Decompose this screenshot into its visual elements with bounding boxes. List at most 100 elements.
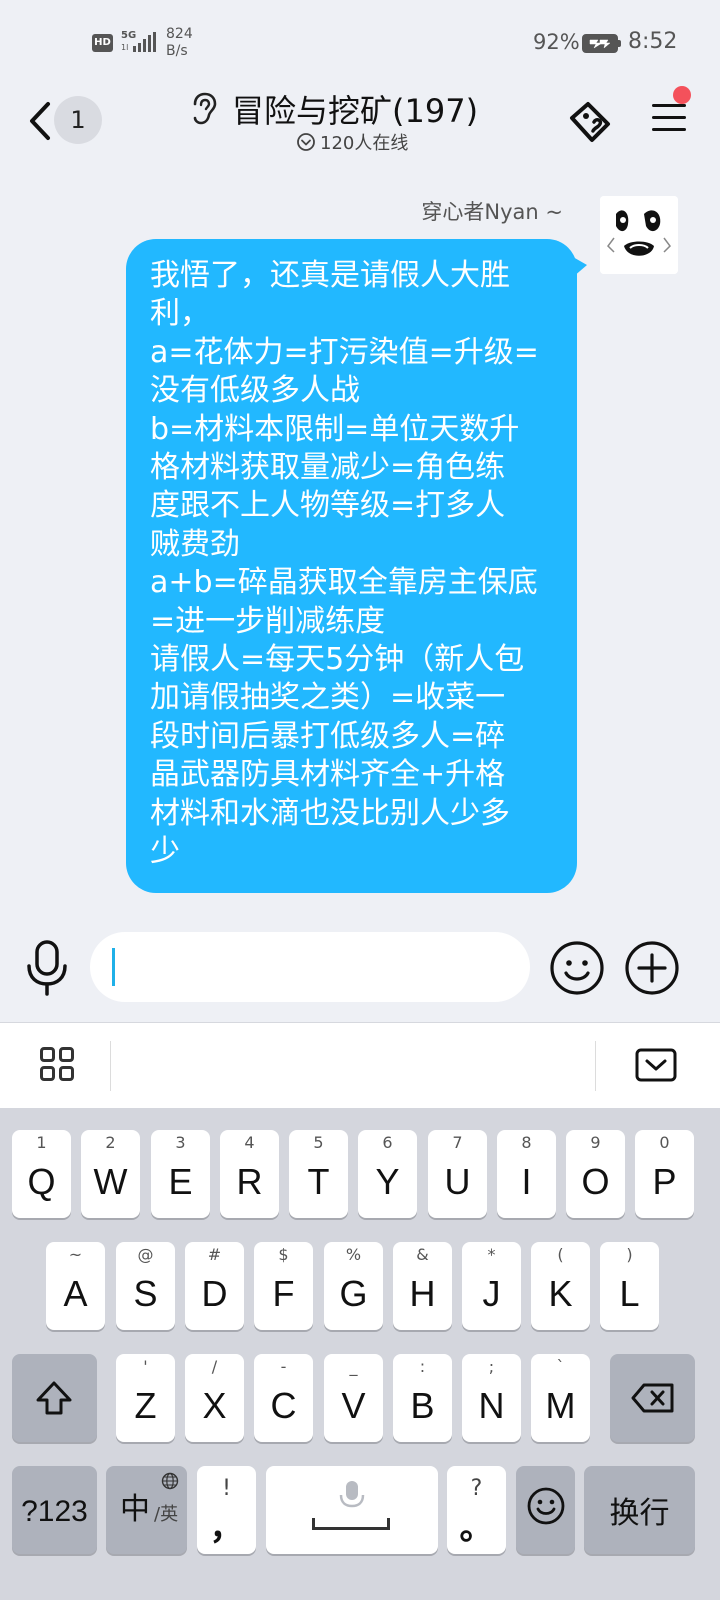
key-d[interactable]: # D xyxy=(185,1242,244,1330)
key-letter: D xyxy=(201,1273,228,1314)
key-m[interactable]: ` M xyxy=(531,1354,590,1442)
key-hint: % xyxy=(345,1245,362,1264)
key-letter: X xyxy=(202,1385,227,1426)
key-letter: Q xyxy=(27,1161,56,1202)
key-hint: ` xyxy=(556,1357,565,1376)
key-j[interactable]: * J xyxy=(462,1242,521,1330)
chat-title[interactable]: 冒险与挖矿(197) xyxy=(232,86,478,132)
key-p[interactable]: 0P xyxy=(635,1130,694,1218)
key-y[interactable]: 6Y xyxy=(358,1130,417,1218)
comma-key-label: ， xyxy=(209,1508,244,1548)
shift-key[interactable] xyxy=(12,1354,97,1442)
key-letter: R xyxy=(236,1161,263,1202)
key-hint: 0 xyxy=(659,1133,670,1152)
network-speed-value: 824 xyxy=(166,26,193,42)
key-u[interactable]: 7U xyxy=(428,1130,487,1218)
key-letter: P xyxy=(652,1161,677,1202)
key-w[interactable]: 2W xyxy=(81,1130,140,1218)
online-status[interactable]: 120人在线 xyxy=(296,130,408,154)
key-b[interactable]: :B xyxy=(393,1354,452,1442)
key-letter: C xyxy=(270,1385,297,1426)
symbols-key[interactable]: ?123 xyxy=(12,1466,97,1554)
battery-icon xyxy=(582,34,621,53)
text-caret xyxy=(112,948,115,986)
key-letter: K xyxy=(548,1273,573,1314)
enter-key[interactable]: 换行 xyxy=(584,1466,695,1554)
hd-badge: HD xyxy=(92,34,113,52)
group-tag-icon[interactable] xyxy=(566,98,616,144)
key-l[interactable]: ) L xyxy=(600,1242,659,1330)
status-bar: HD 5G 1l 824 B/s 92% 8:52 xyxy=(0,0,720,80)
key-z[interactable]: ' Z xyxy=(116,1354,175,1442)
unread-count-badge[interactable]: 1 xyxy=(54,96,102,144)
microphone-icon[interactable] xyxy=(22,938,72,998)
key-k[interactable]: (K xyxy=(531,1242,590,1330)
emoji-key[interactable] xyxy=(516,1466,575,1554)
key-hint: 4 xyxy=(244,1133,255,1152)
key-o[interactable]: 9O xyxy=(566,1130,625,1218)
key-letter: F xyxy=(272,1273,295,1314)
ear-icon[interactable] xyxy=(188,92,218,126)
key-hint: 5 xyxy=(313,1133,324,1152)
key-hint: & xyxy=(416,1245,429,1264)
menu-icon[interactable] xyxy=(652,100,688,136)
sender-name[interactable]: 穿心者Nyan ~ xyxy=(421,196,563,226)
symbols-key-label: ?123 xyxy=(21,1495,88,1528)
key-s[interactable]: @ S xyxy=(116,1242,175,1330)
key-hint: 1 xyxy=(36,1133,47,1152)
key-hint: ) xyxy=(626,1245,633,1264)
shift-arrow-icon xyxy=(36,1381,72,1415)
key-c[interactable]: -C xyxy=(254,1354,313,1442)
plus-icon[interactable] xyxy=(624,940,680,996)
keyboard-menu-icon[interactable] xyxy=(40,1047,78,1085)
comma-key-alt: ! xyxy=(222,1476,231,1501)
lang-sub-label: /英 xyxy=(154,1504,179,1525)
key-t[interactable]: 5T xyxy=(289,1130,348,1218)
key-e[interactable]: 3E xyxy=(151,1130,210,1218)
key-v[interactable]: _ V xyxy=(324,1354,383,1442)
message-line: 利， xyxy=(150,296,210,332)
key-hint: @ xyxy=(137,1245,154,1264)
key-letter: Z xyxy=(134,1385,157,1426)
key-letter: S xyxy=(133,1273,158,1314)
key-r[interactable]: 4R xyxy=(220,1130,279,1218)
chevron-circle-icon xyxy=(297,133,315,151)
avatar[interactable] xyxy=(600,196,678,274)
key-f[interactable]: $ F xyxy=(254,1242,313,1330)
hide-keyboard-icon[interactable] xyxy=(634,1047,678,1085)
key-hint: 2 xyxy=(105,1133,116,1152)
signal-icon xyxy=(133,32,157,52)
message-line: 没有低级多人战 xyxy=(150,373,360,409)
key-h[interactable]: & H xyxy=(393,1242,452,1330)
message-line: 加请假抽奖之类）=收菜一 xyxy=(150,680,506,716)
key-a[interactable]: ~ A xyxy=(46,1242,105,1330)
message-bubble[interactable]: 我悟了，还真是请假人大胜 利， a=花体力=打污染值=升级= 没有低级多人战 b… xyxy=(126,239,587,893)
clock: 8:52 xyxy=(628,29,678,54)
key-i[interactable]: 8I xyxy=(497,1130,556,1218)
key-letter: J xyxy=(482,1273,501,1314)
key-letter: G xyxy=(339,1273,368,1314)
emoji-icon[interactable] xyxy=(549,940,605,996)
key-n[interactable]: ; N xyxy=(462,1354,521,1442)
key-letter: W xyxy=(93,1161,128,1202)
key-hint: 9 xyxy=(590,1133,601,1152)
key-x[interactable]: / X xyxy=(185,1354,244,1442)
message-line: 材料和水滴也没比别人少多 xyxy=(150,795,510,831)
divider xyxy=(595,1041,596,1091)
lang-main-label: 中 xyxy=(120,1492,150,1527)
avatar-face-icon xyxy=(600,196,678,274)
notification-dot xyxy=(673,86,691,104)
language-switch-key[interactable]: 中 /英 xyxy=(106,1466,187,1554)
period-key[interactable]: ? 。 xyxy=(447,1466,506,1554)
message-input[interactable] xyxy=(90,932,530,1002)
key-g[interactable]: % G xyxy=(324,1242,383,1330)
space-bar-icon xyxy=(312,1518,390,1530)
comma-key[interactable]: ! ， xyxy=(197,1466,256,1554)
message-line: 段时间后暴打低级多人=碎 xyxy=(150,718,506,754)
key-letter: Y xyxy=(375,1161,400,1202)
key-q[interactable]: 1Q xyxy=(12,1130,71,1218)
backspace-key[interactable] xyxy=(610,1354,695,1442)
enter-key-label: 换行 xyxy=(609,1497,670,1530)
key-letter: L xyxy=(619,1273,640,1314)
space-key[interactable] xyxy=(266,1466,438,1554)
